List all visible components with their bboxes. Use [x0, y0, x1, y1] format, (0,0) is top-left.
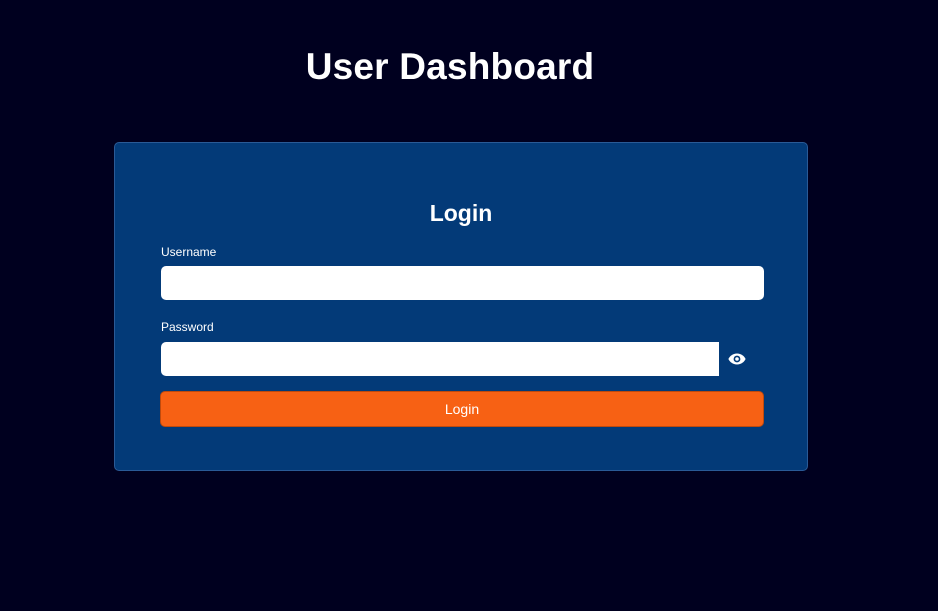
login-button[interactable]: Login [160, 391, 764, 427]
username-input[interactable] [161, 266, 764, 300]
eye-icon [728, 353, 746, 365]
password-input[interactable] [161, 342, 719, 376]
login-card: Login Username Password Login [114, 142, 808, 471]
login-title: Login [429, 200, 493, 226]
password-label: Password [161, 320, 214, 334]
show-password-toggle[interactable] [719, 342, 755, 376]
page-title: User Dashboard [305, 46, 595, 87]
username-label: Username [161, 245, 217, 259]
